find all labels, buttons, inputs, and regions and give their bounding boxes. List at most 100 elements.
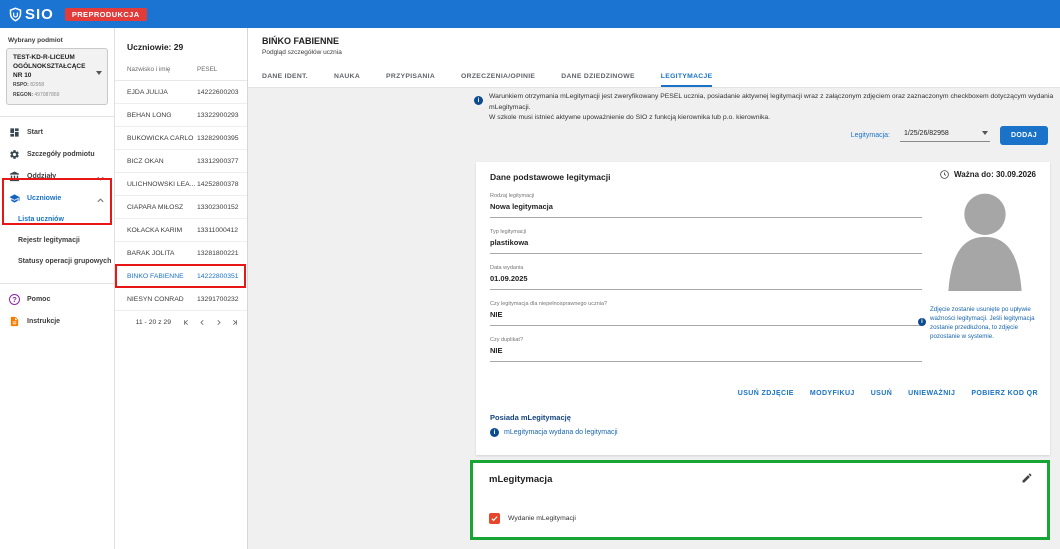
entity-select[interactable]: TEST-KD-R-LICEUM OGÓLNOKSZTAŁCĄCE NR 10 … [6,48,108,105]
mlegitymacja-title: mLegitymacja [489,474,552,485]
table-row[interactable]: CIAPARA MIŁOSZ13302300152 [115,196,247,219]
table-row[interactable]: BEHAN LONG13322900293 [115,104,247,127]
detail-header: BIŃKO FABIENNE Podgląd szczegółów ucznia… [248,28,1060,88]
topbar: SIO PREPRODUKCJA [0,0,1060,28]
student-name: KOŁACKA KARIM [127,227,197,234]
table-row[interactable]: BUKOWICKA CARLO13282900395 [115,127,247,150]
mlegitymacja-card: mLegitymacja Wydanie mLegitymacji [470,460,1050,540]
bank-icon [9,171,20,182]
check-icon [490,514,499,523]
student-name: BICZ OKAN [127,158,197,165]
table-row[interactable]: ULICHNOWSKI LEA...14252800378 [115,173,247,196]
student-count-title: Uczniowie: 29 [127,42,247,52]
selected-entity-label: Wybrany podmiot [8,37,114,44]
sidebar-item-rejestr-legitymacji[interactable]: Rejestr legitymacji [0,230,114,251]
field-list: Rodzaj legitymacji Nowa legitymacja Typ … [490,193,922,373]
legitymacja-select-value: 1/25/26/82958 [904,130,949,137]
student-name: BARAK JOLITA [127,250,197,257]
sidebar-item-oddzialy[interactable]: Oddziały [0,165,114,187]
tab-orzeczenia-opinie[interactable]: ORZECZENIA/OPINIE [461,73,535,87]
gear-icon [9,149,20,160]
logo-text: SIO [25,6,54,23]
download-qr-button[interactable]: POBIERZ KOD QR [971,390,1038,397]
add-button[interactable]: DODAJ [1000,126,1048,145]
table-row[interactable]: KOŁACKA KARIM13311000412 [115,219,247,242]
dashboard-icon [9,127,20,138]
basic-data-card: Dane podstawowe legitymacji Ważna do: 30… [476,162,1050,455]
student-pesel: 14252800378 [197,181,239,188]
info-banner: i Warunkiem otrzymania mLegitymacji jest… [474,92,1059,124]
chevron-down-icon [95,173,106,184]
valid-until-text: Ważna do: 30.09.2026 [954,170,1036,179]
sidebar-item-uczniowie[interactable]: Uczniowie [0,187,114,209]
app-root: SIO PREPRODUKCJA Wybrany podmiot TEST-KD… [0,0,1060,549]
column-header-name: Nazwisko i imię [127,66,197,73]
student-list-panel: Uczniowie: 29 Nazwisko i imię PESEL EJDA… [115,28,248,549]
sidebar: Wybrany podmiot TEST-KD-R-LICEUM OGÓLNOK… [0,28,115,549]
table-row-selected[interactable]: BIŃKO FABIENNE14222800351 [115,265,247,288]
sidebar-item-pomoc[interactable]: ? Pomoc [0,288,114,310]
page-subtitle: Podgląd szczegółów ucznia [262,49,1060,56]
mlegitymacja-checkbox[interactable] [489,513,500,524]
mlegitymacja-checkbox-row[interactable]: Wydanie mLegitymacji [489,513,576,524]
tab-przypisania[interactable]: PRZYPISANIA [386,73,435,87]
photo-placeholder [938,188,1032,296]
info-icon: i [490,428,499,437]
delete-button[interactable]: USUŃ [871,390,892,397]
sidebar-item-start[interactable]: Start [0,121,114,143]
photo-note: i Zdjęcie zostanie usunięte po upływie w… [918,306,1048,342]
pencil-icon [1021,472,1033,484]
edit-button[interactable] [1021,472,1033,484]
table-row[interactable]: BICZ OKAN13312900377 [115,150,247,173]
graduation-cap-icon [9,193,20,204]
student-pesel: 13312900377 [197,158,239,165]
tab-nauka[interactable]: NAUKA [334,73,360,87]
person-silhouette-icon [938,188,1032,291]
sidebar-item-instrukcje[interactable]: Instrukcje [0,310,114,332]
student-name: BIŃKO FABIENNE [127,273,197,280]
invalidate-button[interactable]: UNIEWAŻNIJ [908,390,955,397]
main-content: i Warunkiem otrzymania mLegitymacji jest… [248,88,1060,549]
table-row[interactable]: BARAK JOLITA13281800221 [115,242,247,265]
last-page-button[interactable] [230,318,239,327]
chevron-down-icon [96,71,102,75]
tab-dane-ident[interactable]: DANE IDENT. [262,73,308,87]
student-pesel: 13311000412 [197,227,238,234]
modify-button[interactable]: MODYFIKUJ [810,390,855,397]
sidebar-item-statusy-operacji-grupowych[interactable]: Statusy operacji grupowych [0,251,114,272]
list-header: Nazwisko i imię PESEL [115,66,247,81]
student-name: BUKOWICKA CARLO [127,135,197,142]
field-rodzaj-legitymacji: Rodzaj legitymacji Nowa legitymacja [490,193,922,218]
entity-rspo: RSPO: 82958 [13,82,94,90]
legitymacja-select[interactable]: 1/25/26/82958 [900,130,990,142]
environment-badge: PREPRODUKCJA [65,8,147,21]
sidebar-item-szczegoly-podmiotu[interactable]: Szczegóły podmiotu [0,143,114,165]
table-row[interactable]: EJDA JULIJA14222600203 [115,81,247,104]
first-page-button[interactable] [182,318,191,327]
delete-photo-button[interactable]: USUŃ ZDJĘCIE [738,390,794,397]
tab-dane-dziedzinowe[interactable]: DANE DZIEDZINOWE [561,73,635,87]
mlegitymacja-issued-note: i mLegitymacja wydana do legitymacji [490,428,618,437]
prev-page-button[interactable] [198,318,207,327]
field-typ-legitymacji: Typ legitymacji plastikowa [490,229,922,254]
table-row[interactable]: NIESYN CONRAD13291700232 [115,288,247,311]
info-text-line1: Warunkiem otrzymania mLegitymacji jest z… [489,92,1059,113]
next-page-button[interactable] [214,318,223,327]
sidebar-item-lista-uczniow[interactable]: Lista uczniów [0,209,114,230]
has-mlegitymacja-label: Posiada mLegitymację [490,413,571,422]
field-data-wydania: Data wydania 01.09.2025 [490,265,922,290]
student-pesel: 14222800351 [197,273,239,280]
entity-name: TEST-KD-R-LICEUM OGÓLNOKSZTAŁCĄCE NR 10 [13,54,94,80]
document-icon [9,316,20,327]
student-name: CIAPARA MIŁOSZ [127,204,197,211]
chevron-up-icon [95,195,106,206]
shield-icon [8,7,23,22]
student-name: NIESYN CONRAD [127,296,197,303]
card-actions: USUŃ ZDJĘCIE MODYFIKUJ USUŃ UNIEWAŻNIJ P… [738,390,1038,397]
student-pesel: 13281800221 [197,250,239,257]
pagination-range: 11 - 20 z 29 [136,319,171,326]
tab-bar: DANE IDENT. NAUKA PRZYPISANIA ORZECZENIA… [262,73,1060,87]
tab-legitymacje[interactable]: LEGITYMACJE [661,73,713,87]
field-niepelnosprawny: Czy legitymacja dla niepełnosprawnego uc… [490,301,922,326]
info-icon: i [918,318,926,326]
